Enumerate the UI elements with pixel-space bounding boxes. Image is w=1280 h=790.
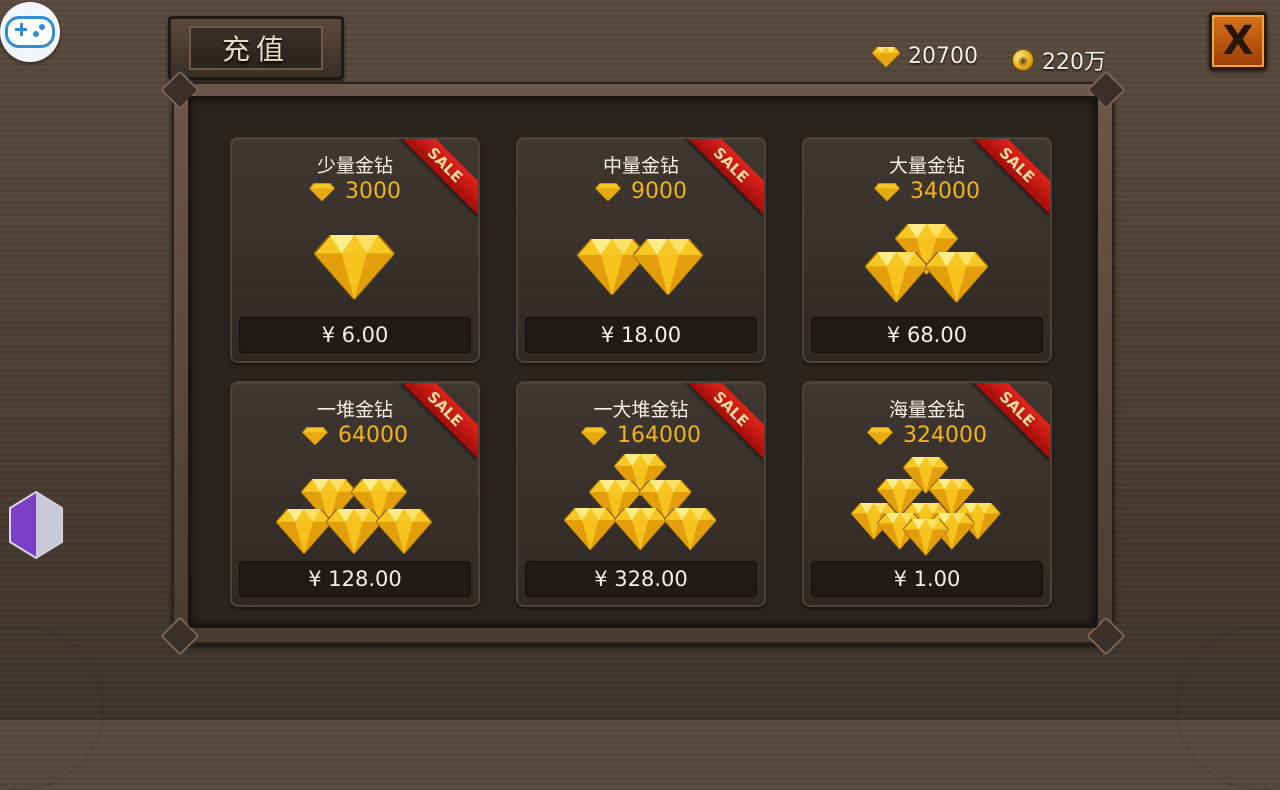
product-amount-value: 164000 <box>617 423 701 448</box>
close-button[interactable]: X <box>1209 12 1267 70</box>
gg-app-icon[interactable] <box>8 490 64 560</box>
diamond-icon <box>867 426 893 445</box>
product-amount-value: 9000 <box>631 179 687 204</box>
diamond-icon <box>309 182 335 201</box>
diamond-balance-value: 20700 <box>908 44 978 69</box>
buy-price-button[interactable]: ¥ 328.00 <box>525 561 757 597</box>
gold-gem-icon <box>325 507 383 557</box>
product-card[interactable]: 大量金钻 34000 ¥ 68.00 SALE <box>802 137 1052 363</box>
gold-gems-image <box>518 213 764 309</box>
gold-gem-icon <box>902 518 950 558</box>
buy-price-button[interactable]: ¥ 128.00 <box>239 561 471 597</box>
buy-price-button[interactable]: ¥ 68.00 <box>811 317 1043 353</box>
gg-hexagon-icon <box>9 490 63 560</box>
diamond-icon <box>872 46 900 67</box>
gold-gems-image <box>804 456 1050 556</box>
gold-balance: ◉ 220万 <box>1012 44 1106 76</box>
buy-price-button[interactable]: ¥ 6.00 <box>239 317 471 353</box>
decorative-compass <box>1176 626 1280 790</box>
product-amount-value: 34000 <box>910 179 980 204</box>
product-amount: 9000 <box>518 179 764 204</box>
product-amount: 164000 <box>518 423 764 448</box>
product-amount-value: 324000 <box>903 423 987 448</box>
product-amount: 64000 <box>232 423 478 448</box>
gold-balance-value: 220万 <box>1042 50 1106 75</box>
gold-gem-icon <box>923 251 989 306</box>
product-card[interactable]: 一大堆金钻 164000 ¥ 328.00 SALE <box>516 381 766 607</box>
diamond-balance: 20700 <box>872 44 978 69</box>
product-amount-value: 64000 <box>338 423 408 448</box>
gold-gem-icon <box>863 251 929 306</box>
gold-gem-icon <box>663 507 717 553</box>
diamond-icon <box>874 182 900 201</box>
product-card[interactable]: 中量金钻 9000 ¥ 18.00 SALE <box>516 137 766 363</box>
gold-gem-icon <box>275 507 333 557</box>
gamepad-icon <box>5 16 55 48</box>
gold-gem-icon <box>632 238 704 299</box>
product-amount: 34000 <box>804 179 1050 204</box>
page-title: 充值 <box>189 26 323 70</box>
diamond-icon <box>581 426 607 445</box>
product-amount-value: 3000 <box>345 179 401 204</box>
gold-gem-icon <box>375 507 433 557</box>
decorative-compass <box>0 626 104 790</box>
gold-gems-image <box>804 213 1050 309</box>
diamond-icon <box>302 426 328 445</box>
buy-price-button[interactable]: ¥ 1.00 <box>811 561 1043 597</box>
gold-gem-icon <box>312 233 396 304</box>
gold-gems-image <box>232 457 478 555</box>
title-board: 充值 <box>168 16 344 80</box>
gold-gem-icon <box>613 507 667 553</box>
buy-price-button[interactable]: ¥ 18.00 <box>525 317 757 353</box>
gold-gem-icon <box>563 507 617 553</box>
gold-gems-image <box>518 453 764 553</box>
coin-icon: ◉ <box>1012 49 1034 71</box>
gamepad-app-icon[interactable] <box>0 2 60 62</box>
product-amount: 3000 <box>232 179 478 204</box>
product-amount: 324000 <box>804 423 1050 448</box>
product-card[interactable]: 一堆金钻 64000 ¥ 128.00 SALE <box>230 381 480 607</box>
product-card[interactable]: 少量金钻 3000 ¥ 6.00 SALE <box>230 137 480 363</box>
diamond-icon <box>595 182 621 201</box>
product-card[interactable]: 海量金钻 324000 ¥ 1.00 SALE <box>802 381 1052 607</box>
gold-gems-image <box>232 213 478 309</box>
